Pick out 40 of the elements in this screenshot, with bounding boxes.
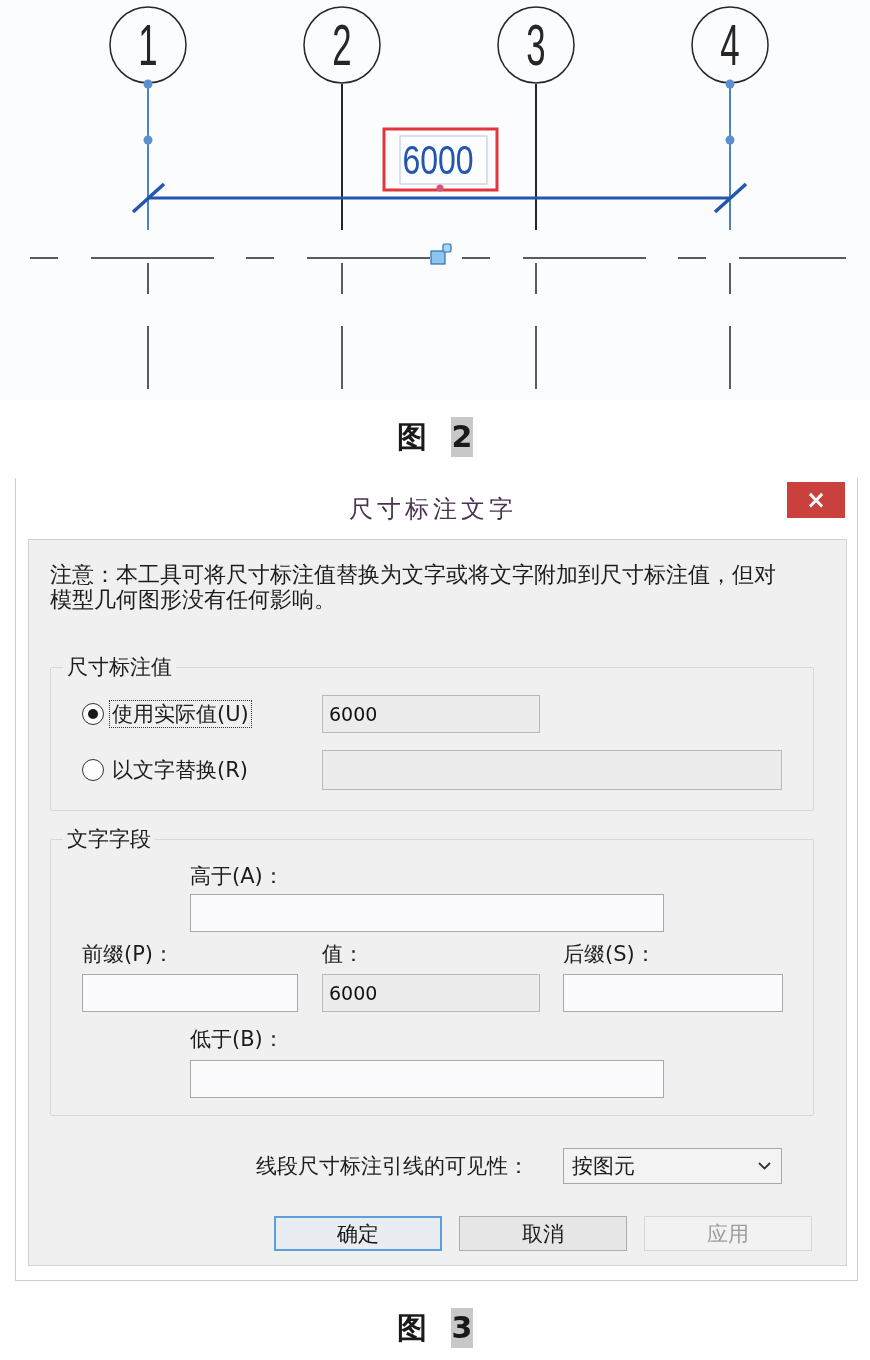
field-label: 后缀(S)： [563, 943, 656, 965]
group-title: 尺寸标注值 [66, 655, 173, 679]
dialog-button[interactable]: 确定 [274, 1216, 442, 1251]
dialog-button[interactable]: 取消 [459, 1216, 627, 1251]
field-label: 高于(A)： [190, 865, 284, 887]
field-label: 值： [322, 943, 364, 965]
text-field[interactable] [190, 894, 664, 932]
field-label: 前缀(P)： [82, 943, 175, 965]
grip-dot-icon[interactable] [143, 135, 153, 145]
text-field[interactable] [82, 974, 298, 1012]
chevron-down-icon [758, 1162, 771, 1170]
figure-caption: 图 2 [396, 417, 474, 457]
grip-dot-icon[interactable] [143, 79, 153, 89]
radio-button[interactable] [82, 703, 104, 725]
text-field[interactable] [563, 974, 783, 1012]
grid-bubble: 1 [109, 6, 187, 84]
note-text: 注意：本工具可将尺寸标注值替换为文字或将文字附加到尺寸标注值，但对模型几何图形没有任何影响。 [50, 562, 777, 612]
dropdown-label: 线段尺寸标注引线的可见性： [256, 1153, 529, 1179]
grid-bubble: 3 [497, 6, 575, 84]
grid-bubble: 2 [303, 6, 381, 84]
close-button[interactable]: × [787, 482, 845, 518]
text-field[interactable]: 6000 [322, 695, 540, 733]
radio-label[interactable]: 使用实际值(U) [110, 701, 251, 727]
dropdown[interactable]: 按图元 [563, 1148, 782, 1184]
dimension-line[interactable] [131, 182, 748, 214]
dialog-title: 尺寸标注文字 [347, 493, 517, 525]
grid-bubble: 4 [691, 6, 769, 84]
dimension-text-field[interactable]: 6000 [399, 135, 488, 185]
grip-dot-icon[interactable] [436, 184, 444, 192]
text-field[interactable] [190, 1060, 664, 1098]
group-title: 文字字段 [66, 827, 152, 851]
radio-label[interactable]: 以文字替换(R) [110, 757, 250, 783]
radio-button[interactable] [82, 759, 104, 781]
grip-dot-icon[interactable] [725, 135, 735, 145]
text-field[interactable]: 6000 [322, 974, 540, 1012]
field-label: 低于(B)： [190, 1028, 284, 1050]
figure-caption: 图 3 [396, 1308, 474, 1348]
drag-handle-icon[interactable] [430, 243, 452, 265]
text-field[interactable] [322, 750, 782, 790]
grip-dot-icon[interactable] [725, 79, 735, 89]
